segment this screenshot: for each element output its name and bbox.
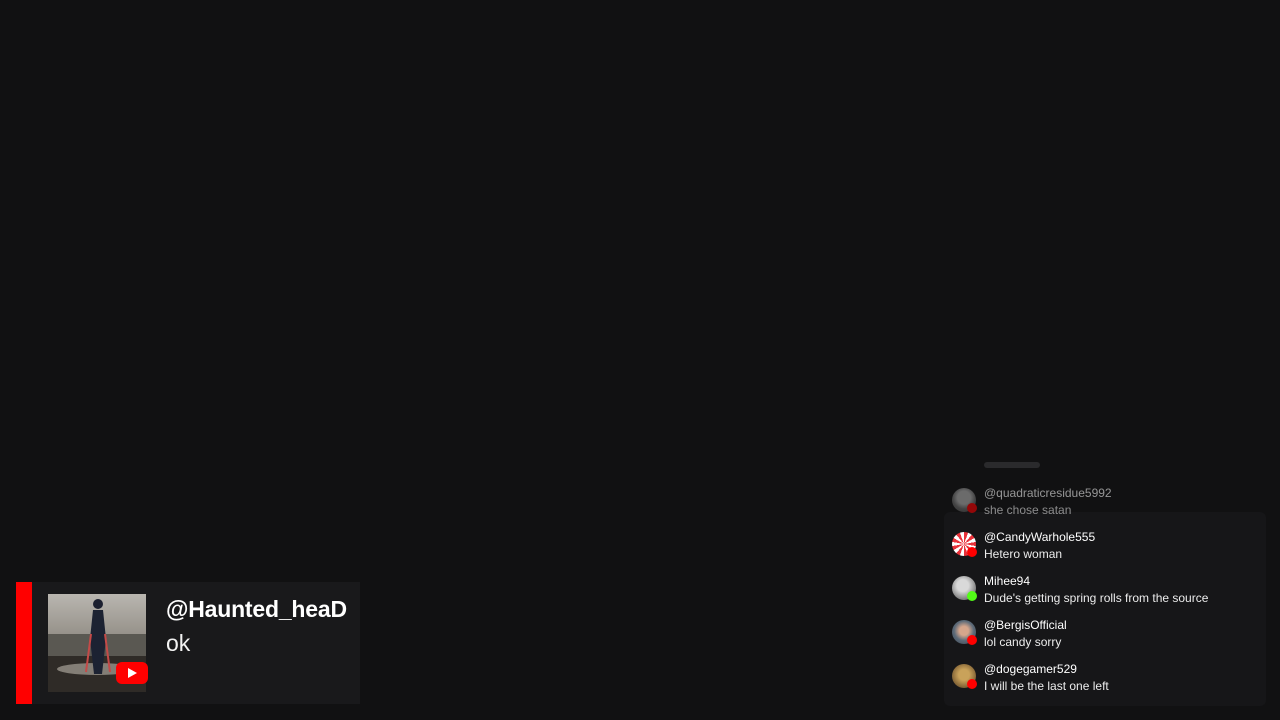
youtube-icon [967,547,977,557]
avatar [952,576,977,601]
featured-message-card: @Haunted_heaD ok [16,582,360,704]
youtube-icon [967,679,977,689]
chat-message-text: I will be the last one left [984,679,1109,693]
chat-username: @quadraticresidue5992 [984,486,1112,500]
chat-message-text: she chose satan [984,503,1072,517]
chat-scrolled-out-remnant [984,462,1040,468]
kick-icon [967,591,977,601]
youtube-icon [116,662,148,684]
youtube-icon [967,503,977,513]
featured-username: @Haunted_heaD [166,596,347,622]
chat-message: @CandyWarhole555 Hetero woman [952,530,1262,570]
chat-username: Mihee94 [984,574,1031,588]
avatar [952,532,977,557]
chat-message-text: Dude's getting spring rolls from the sou… [984,591,1209,605]
chat-panel: @quadraticresidue5992 she chose satan @C… [944,462,1266,706]
chat-message: @dogegamer529 I will be the last one lef… [952,662,1262,702]
featured-message-text: ok [166,630,191,656]
chat-message-text: lol candy sorry [984,635,1062,649]
chat-username: @dogegamer529 [984,662,1077,676]
avatar [952,664,977,689]
youtube-icon [967,635,977,645]
chat-username: @CandyWarhole555 [984,530,1096,544]
chat-message: @quadraticresidue5992 she chose satan [952,486,1262,526]
chat-message: @BergisOfficial lol candy sorry [952,618,1262,658]
chat-message-text: Hetero woman [984,547,1063,561]
featured-accent-bar [16,582,32,704]
chat-message: Mihee94 Dude's getting spring rolls from… [952,574,1262,614]
avatar [952,620,977,645]
chat-username: @BergisOfficial [984,618,1067,632]
avatar [952,488,977,513]
